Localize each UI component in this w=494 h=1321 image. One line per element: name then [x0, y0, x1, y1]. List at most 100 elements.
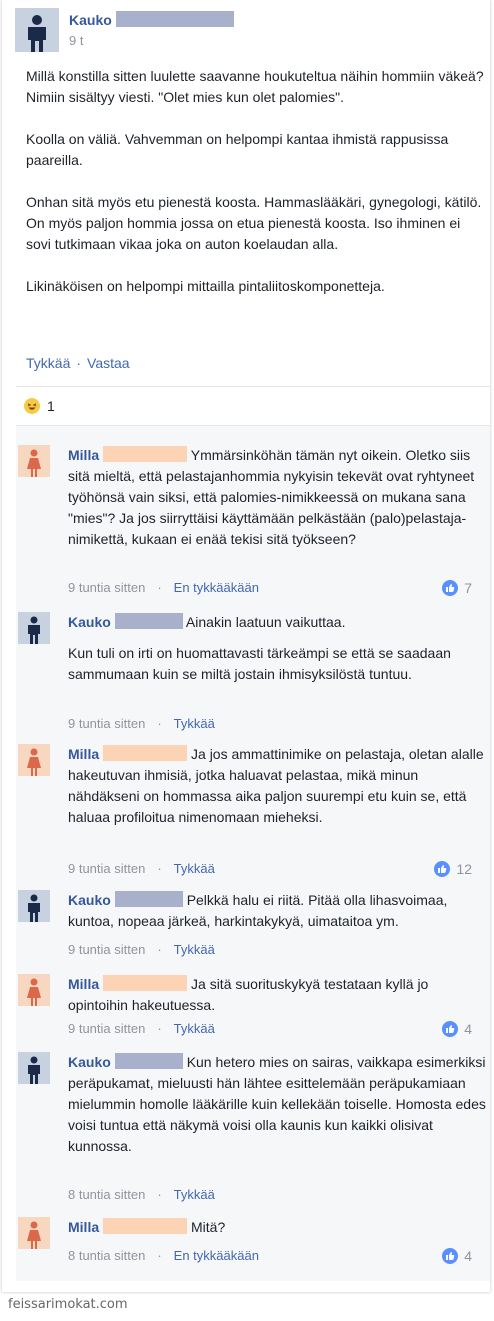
comment-meta: 9 tuntia sitten · Tykkää: [68, 1021, 215, 1036]
separator-dot: ·: [157, 942, 162, 957]
post-actions: Tykkää · Vastaa: [26, 355, 130, 371]
separator-dot: ·: [157, 1187, 162, 1202]
commenter-name[interactable]: Milla: [68, 746, 99, 762]
female-figure-icon: [27, 748, 41, 776]
reaction-count: 1: [47, 398, 55, 414]
commenter-name[interactable]: Kauko: [68, 614, 111, 630]
comment-body-paragraph: Kun tuli on irti on huomattavasti tärkeä…: [68, 645, 451, 682]
redacted-surname: [103, 745, 188, 761]
page: Kauko 9 t Millä konstilla sitten luulett…: [0, 0, 494, 1321]
comment-like-count[interactable]: 7: [442, 580, 472, 596]
comment-like-link[interactable]: En tykkääkään: [174, 1248, 259, 1263]
thumbs-up-icon: [442, 1021, 459, 1037]
post-card: Kauko 9 t Millä konstilla sitten luulett…: [2, 0, 490, 1292]
post-like-link[interactable]: Tykkää: [26, 355, 70, 371]
comment-time[interactable]: 9 tuntia sitten: [68, 1021, 145, 1036]
thumbs-up-icon: [442, 580, 459, 596]
post-paragraph: Onhan sitä myös etu pienestä koosta. Ham…: [26, 194, 482, 252]
comment-text: Milla Ja jos ammattinimike on pelastaja,…: [68, 744, 486, 828]
like-count: 4: [464, 1021, 472, 1037]
comment-like-count[interactable]: 4: [442, 1021, 472, 1037]
comment-like-link[interactable]: Tykkää: [174, 861, 215, 876]
comment-like-count[interactable]: 4: [442, 1248, 472, 1264]
female-figure-icon: [27, 449, 41, 477]
thumbs-up-icon: [442, 1248, 459, 1264]
redacted-surname: [114, 613, 183, 629]
commenter-name[interactable]: Kauko: [68, 892, 111, 908]
post-paragraph: Millä konstilla sitten luulette saavanne…: [26, 68, 484, 105]
commenter-avatar[interactable]: [18, 890, 50, 922]
post-timestamp[interactable]: 9 t: [69, 33, 83, 48]
post-paragraph: Koolla on väliä. Vahvemman on helpompi k…: [26, 131, 449, 168]
comment-meta: 9 tuntia sitten · Tykkää: [68, 716, 215, 731]
commenter-avatar[interactable]: [18, 974, 50, 1006]
male-figure-icon: [28, 616, 40, 644]
like-count: 12: [456, 861, 472, 877]
commenter-avatar[interactable]: [18, 744, 50, 776]
reaction-summary[interactable]: 1: [24, 398, 55, 414]
separator-dot: ·: [157, 861, 162, 876]
male-figure-icon: [28, 1056, 40, 1084]
comment-time[interactable]: 8 tuntia sitten: [68, 1248, 145, 1263]
like-count: 7: [464, 580, 472, 596]
comment-body: Kun hetero mies on sairas, vaikkapa esim…: [68, 1054, 486, 1154]
comment-text: Kauko Kun hetero mies on sairas, vaikkap…: [68, 1052, 486, 1157]
redacted-surname: [114, 1053, 183, 1069]
commenter-name[interactable]: Milla: [68, 1219, 99, 1235]
comment-meta: 9 tuntia sitten · En tykkääkään: [68, 580, 259, 595]
commenter-name[interactable]: Milla: [68, 447, 99, 463]
post-body: Millä konstilla sitten luulette saavanne…: [26, 66, 484, 297]
redacted-surname: [103, 975, 188, 991]
redacted-surname: [115, 11, 234, 27]
separator-dot: ·: [157, 1248, 162, 1263]
commenter-avatar[interactable]: [18, 1052, 50, 1084]
comment-body: Mitä?: [191, 1219, 226, 1235]
male-figure-icon: [28, 894, 40, 922]
comment-like-link[interactable]: Tykkää: [174, 942, 215, 957]
comment-like-link[interactable]: Tykkää: [174, 716, 215, 731]
haha-reaction-icon: [24, 398, 40, 414]
commenter-avatar[interactable]: [18, 612, 50, 644]
comment-body: Ymmärsinköhän tämän nyt oikein. Oletko s…: [68, 447, 475, 547]
redacted-surname: [114, 891, 183, 907]
comment-text: Kauko Ainakin laatuun vaikuttaa. Kun tul…: [68, 612, 486, 685]
like-count: 4: [464, 1248, 472, 1264]
commenter-avatar[interactable]: [18, 1217, 50, 1249]
comment-meta: 8 tuntia sitten · En tykkääkään: [68, 1248, 259, 1263]
commenter-avatar[interactable]: [18, 445, 50, 477]
comment-time[interactable]: 9 tuntia sitten: [68, 942, 145, 957]
comment-meta: 9 tuntia sitten · Tykkää: [68, 861, 215, 876]
post-paragraph: Likinäköisen on helpompi mittailla pinta…: [26, 278, 385, 294]
separator-dot: ·: [76, 355, 82, 371]
post-reply-link[interactable]: Vastaa: [87, 355, 130, 371]
comment-meta: 9 tuntia sitten · Tykkää: [68, 942, 215, 957]
comment-body: Ainakin laatuun vaikuttaa.: [185, 614, 346, 630]
separator-dot: ·: [157, 1021, 162, 1036]
comment-like-link[interactable]: Tykkää: [174, 1187, 215, 1202]
post-author-avatar[interactable]: [15, 8, 59, 52]
comment-text: Kauko Pelkkä halu ei riitä. Pitää olla l…: [68, 890, 486, 932]
comment-time[interactable]: 9 tuntia sitten: [68, 861, 145, 876]
comment-meta: 8 tuntia sitten · Tykkää: [68, 1187, 215, 1202]
redacted-surname: [103, 446, 188, 462]
author-name-text[interactable]: Kauko: [69, 12, 112, 28]
female-figure-icon: [27, 1221, 41, 1249]
female-figure-icon: [27, 978, 41, 1006]
commenter-name[interactable]: Milla: [68, 976, 99, 992]
comment-text: Milla Ja sitä suorituskykyä testataan ky…: [68, 974, 486, 1016]
separator-dot: ·: [157, 716, 162, 731]
comment-time[interactable]: 8 tuntia sitten: [68, 1187, 145, 1202]
comment-like-count[interactable]: 12: [434, 861, 472, 877]
comment-time[interactable]: 9 tuntia sitten: [68, 580, 145, 595]
post-author-name[interactable]: Kauko: [69, 11, 234, 28]
commenter-name[interactable]: Kauko: [68, 1054, 111, 1070]
divider: [16, 386, 490, 387]
thumbs-up-icon: [434, 861, 451, 877]
comment-time[interactable]: 9 tuntia sitten: [68, 716, 145, 731]
separator-dot: ·: [157, 580, 162, 595]
male-figure-icon: [28, 15, 46, 52]
comment-text: Milla Mitä?: [68, 1217, 486, 1238]
comment-like-link[interactable]: Tykkää: [174, 1021, 215, 1036]
redacted-surname: [103, 1218, 188, 1234]
comment-like-link[interactable]: En tykkääkään: [174, 580, 259, 595]
